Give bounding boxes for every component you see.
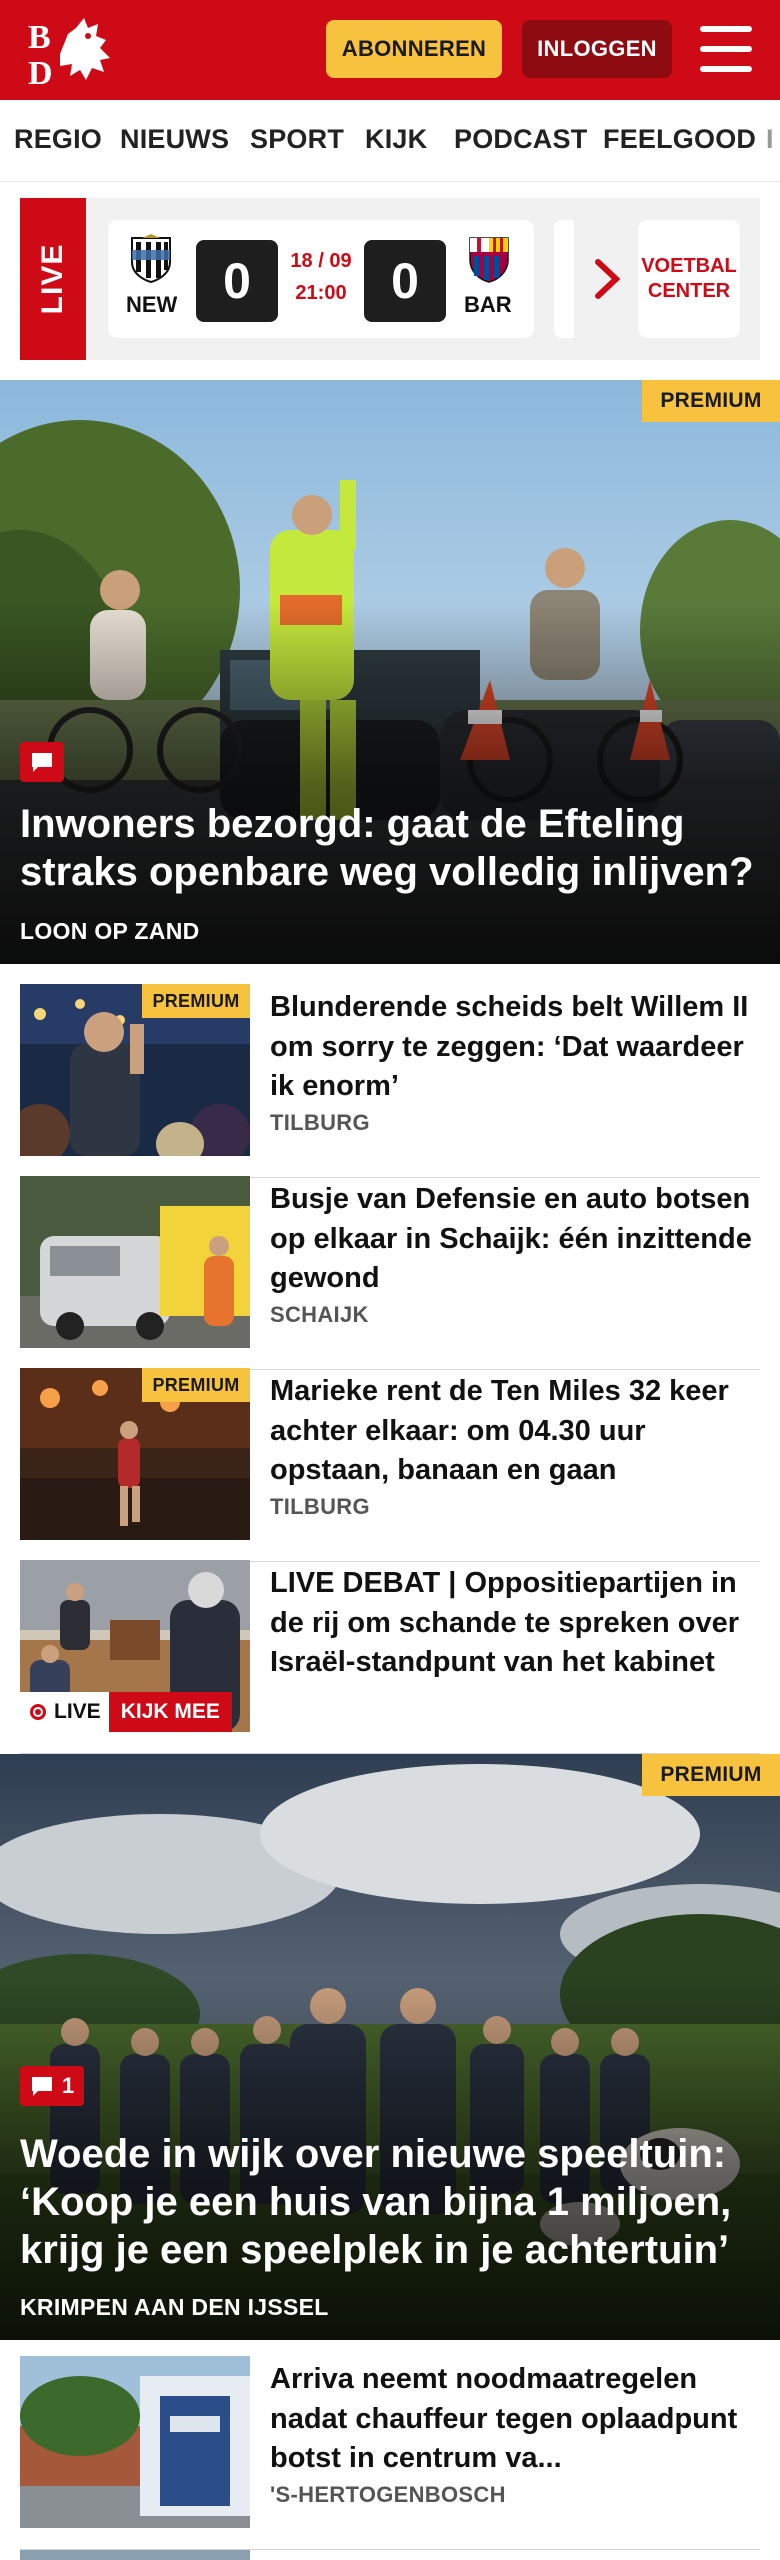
nav-item-podcast[interactable]: PODCAST [454, 124, 587, 155]
home-team-code: NEW [126, 292, 178, 317]
comment-count: 1 [62, 2073, 75, 2098]
hero-article-efteling[interactable]: PREMIUM Inwoners bezorgd: gaat de Efteli… [0, 380, 780, 964]
match-card[interactable]: NEW 0 18 / 09 21:00 0 BAR [108, 220, 534, 338]
article-location: 'S-HERTOGENBOSCH [270, 2482, 506, 2507]
nav-item-sport[interactable]: SPORT [250, 124, 344, 155]
next-match-card[interactable] [554, 220, 574, 338]
hero-article-speeltuin[interactable]: PREMIUM 1 Woede in wijk over nieuwe spee… [0, 1754, 780, 2340]
newcastle-crest-icon [131, 234, 171, 284]
away-team-code: BAR [464, 292, 512, 317]
hamburger-menu-icon[interactable] [700, 26, 752, 72]
live-tag: LIVE [20, 198, 86, 360]
list-item-partial[interactable] [20, 2550, 760, 2560]
list-item[interactable]: Busje van Defensie en auto botsen op elk… [20, 1176, 760, 1370]
article-title[interactable]: Marieke rent de Ten Miles 32 keer achter… [270, 1372, 760, 1491]
premium-badge: PREMIUM [642, 380, 780, 422]
article-title[interactable]: Blunderende scheids belt Willem II om so… [270, 988, 760, 1107]
live-score-ticker: LIVE NEW 0 18 / 09 21:00 0 BAR VOETBAL CE… [20, 198, 760, 360]
article-image [20, 1176, 250, 1348]
article-title[interactable]: Busje van Defensie en auto botsen op elk… [270, 1180, 760, 1299]
live-dot-icon [30, 1704, 46, 1720]
match-time: 21:00 [295, 282, 347, 304]
list-item[interactable]: PREMIUM Blunderende scheids belt Willem … [20, 984, 760, 1178]
home-score: 0 [196, 240, 278, 322]
list-item[interactable]: PREMIUM Marieke rent de Ten Miles 32 kee… [20, 1368, 760, 1562]
article-thumbnail: LIVE KIJK MEE [20, 1560, 250, 1732]
svg-text:B: B [28, 19, 51, 56]
bd-logo[interactable]: B D [26, 14, 122, 92]
nav-item-nieuws[interactable]: NIEUWS [120, 124, 229, 155]
voetbal-center-button[interactable]: VOETBAL CENTER [638, 220, 740, 338]
comment-badge[interactable]: 1 [20, 2066, 85, 2106]
nav-item-feelgood[interactable]: FEELGOOD [603, 124, 756, 155]
comment-icon [32, 2077, 52, 2096]
top-header: B D ABONNEREN INLOGGEN [0, 0, 780, 100]
hero-title[interactable]: Woede in wijk over nieuwe speeltuin: ‘Ko… [20, 2130, 760, 2274]
article-title[interactable]: LIVE DEBAT | Oppositiepartijen in de rij… [270, 1564, 760, 1683]
subscribe-button[interactable]: ABONNEREN [326, 20, 502, 78]
article-title[interactable]: Arriva neemt noodmaatregelen nadat chauf… [270, 2360, 760, 2479]
nav-item-overflow[interactable]: I [766, 124, 774, 155]
premium-badge: PREMIUM [142, 984, 250, 1018]
away-score: 0 [364, 240, 446, 322]
article-location: TILBURG [270, 1494, 370, 1519]
article-location: TILBURG [270, 1110, 370, 1135]
nav-item-kijk[interactable]: KIJK [365, 124, 427, 155]
article-thumbnail: PREMIUM [20, 984, 250, 1156]
barcelona-crest-icon [469, 237, 509, 283]
comment-icon [32, 753, 52, 772]
chevron-right-icon[interactable] [590, 256, 626, 302]
article-thumbnail [20, 1176, 250, 1348]
list-item[interactable]: LIVE KIJK MEE LIVE DEBAT | Oppositiepart… [20, 1560, 760, 1754]
hero-location: KRIMPEN AAN DEN IJSSEL [20, 2294, 329, 2320]
hero-location: LOON OP ZAND [20, 918, 200, 944]
list-item[interactable]: Arriva neemt noodmaatregelen nadat chauf… [20, 2356, 760, 2550]
section-nav: REGIO NIEUWS SPORT KIJK PODCAST FEELGOOD… [0, 100, 780, 182]
article-image [20, 2356, 250, 2528]
nav-item-regio[interactable]: REGIO [14, 124, 102, 155]
match-date: 18 / 09 [290, 250, 352, 272]
premium-badge: PREMIUM [642, 1754, 780, 1796]
hero-title[interactable]: Inwoners bezorgd: gaat de Efteling strak… [20, 800, 760, 896]
hero-gradient [0, 601, 780, 964]
article-thumbnail [20, 2550, 250, 2560]
svg-text:D: D [28, 55, 53, 86]
live-watch-badge[interactable]: LIVE KIJK MEE [20, 1692, 232, 1732]
login-button[interactable]: INLOGGEN [522, 20, 672, 78]
comment-badge[interactable] [20, 742, 64, 782]
article-thumbnail [20, 2356, 250, 2528]
premium-badge: PREMIUM [142, 1368, 250, 1402]
article-location: SCHAIJK [270, 1302, 369, 1327]
article-thumbnail: PREMIUM [20, 1368, 250, 1540]
